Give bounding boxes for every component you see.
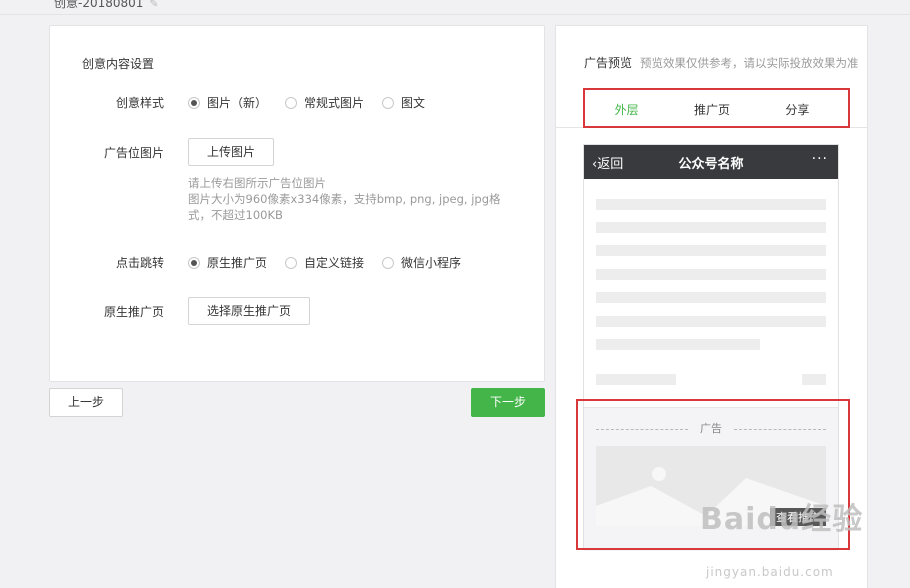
section-title: 创意内容设置	[82, 57, 155, 71]
placeholder-text-line	[596, 222, 826, 233]
jump-option-mini-program[interactable]: 微信小程序	[382, 254, 461, 271]
radio-label: 自定义链接	[304, 256, 365, 270]
radio-icon[interactable]	[285, 96, 298, 109]
next-step-button[interactable]: 下一步	[471, 388, 545, 417]
edit-pencil-icon[interactable]: ✎	[149, 0, 158, 10]
jump-option-custom-link[interactable]: 自定义链接	[285, 254, 364, 271]
jump-radio-group: 原生推广页 自定义链接 微信小程序	[188, 254, 479, 271]
phone-title: 公众号名称	[678, 157, 744, 172]
creative-name: 创意-20180801	[54, 0, 144, 10]
radio-label: 图片（新）	[207, 96, 268, 110]
style-radio-group: 图片（新） 常规式图片 图文	[188, 94, 443, 111]
preview-header: 广告预览 预览效果仅供参考，请以实际投放效果为准	[584, 53, 866, 73]
upload-tip-line: 请上传右图所示广告位图片	[188, 176, 326, 190]
radio-label: 图文	[401, 96, 426, 110]
preview-title: 广告预览	[584, 56, 633, 70]
radio-icon[interactable]	[382, 256, 395, 269]
placeholder-text-line	[596, 316, 826, 327]
upload-tip-line: 图片大小为960像素x334像素，支持bmp, png, jpeg, jpg格式…	[188, 192, 501, 222]
highlight-box-tabs	[583, 88, 850, 128]
radio-selected-icon[interactable]	[188, 256, 200, 269]
watermark-logo: Baidu经验	[700, 502, 864, 537]
radio-icon[interactable]	[285, 256, 298, 269]
radio-selected-icon[interactable]	[188, 96, 200, 109]
upload-tip: 请上传右图所示广告位图片 图片大小为960像素x334像素，支持bmp, png…	[188, 175, 508, 223]
placeholder-text-line	[596, 339, 760, 350]
placeholder-text-line	[596, 292, 826, 303]
style-label: 创意样式	[115, 96, 164, 110]
placeholder-text-line	[802, 374, 826, 385]
radio-label: 微信小程序	[401, 256, 462, 270]
style-option-image-new[interactable]: 图片（新）	[188, 94, 267, 111]
click-jump-label: 点击跳转	[115, 256, 164, 270]
watermark-url: jingyan.baidu.com	[706, 565, 834, 579]
placeholder-text-line	[596, 269, 826, 280]
jump-option-native-page[interactable]: 原生推广页	[188, 254, 267, 271]
radio-label: 原生推广页	[207, 256, 268, 270]
phone-header: ‹返回 公众号名称 ···	[584, 145, 838, 179]
placeholder-text-line	[596, 199, 826, 210]
placeholder-text-line	[596, 374, 676, 385]
style-option-image-text[interactable]: 图文	[382, 94, 425, 111]
divider	[0, 14, 910, 15]
select-native-page-button[interactable]: 选择原生推广页	[188, 297, 310, 325]
placeholder-text-line	[596, 245, 826, 256]
more-icon: ···	[811, 151, 828, 167]
style-option-regular-image[interactable]: 常规式图片	[285, 94, 364, 111]
preview-hint: 预览效果仅供参考，请以实际投放效果为准	[640, 56, 859, 70]
ad-image-label: 广告位图片	[103, 146, 164, 160]
creative-settings-panel: 创意内容设置 创意样式 图片（新） 常规式图片 图文 广告位图片 上传图片 请上…	[49, 25, 545, 382]
radio-icon[interactable]	[382, 96, 395, 109]
upload-image-button[interactable]: 上传图片	[188, 138, 274, 166]
native-page-label: 原生推广页	[103, 305, 164, 319]
prev-step-button[interactable]: 上一步	[49, 388, 123, 417]
page-title: 创意-20180801 ✎	[54, 0, 159, 11]
radio-label: 常规式图片	[304, 96, 365, 110]
